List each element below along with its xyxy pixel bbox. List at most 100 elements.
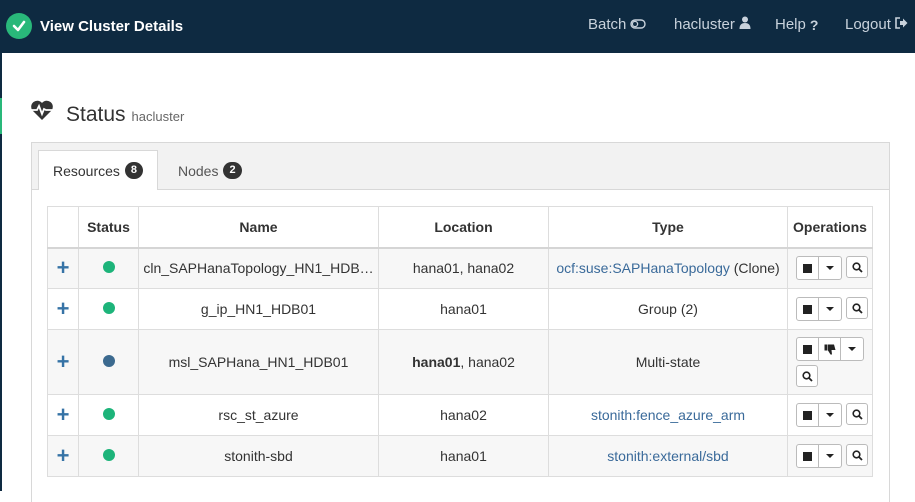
tab-nodes-label: Nodes [178, 162, 219, 179]
location-text: , hana02 [460, 354, 515, 370]
expand-cell: + [47, 394, 79, 436]
type-link[interactable]: stonith:external/sbd [607, 448, 728, 464]
location-cell: hana01, hana02 [378, 329, 549, 395]
page-title: Status [66, 103, 126, 126]
table-row: + rsc_st_azure hana02 stonith:fence_azur… [47, 394, 873, 436]
brand[interactable]: View Cluster Details [6, 13, 183, 39]
location-text: hana02 [440, 407, 487, 423]
details-button[interactable] [846, 403, 868, 425]
tab-resources[interactable]: Resources 8 [38, 150, 159, 191]
status-cell [78, 247, 139, 289]
location-text: hana01 [440, 301, 487, 317]
operations-cell [787, 288, 873, 330]
stop-button-group [796, 256, 842, 281]
caret-down-icon [826, 266, 834, 271]
type-cell: Multi-state [548, 329, 788, 395]
stop-button[interactable] [797, 257, 819, 280]
status-cell [78, 329, 139, 395]
type-text: Group (2) [638, 301, 698, 317]
magnifier-icon [851, 449, 863, 461]
type-cell: stonith:external/sbd [548, 435, 788, 477]
details-button[interactable] [796, 365, 818, 387]
details-button[interactable] [846, 256, 868, 279]
stop-button[interactable] [797, 338, 819, 360]
stop-button-group [796, 297, 842, 321]
caret-down-icon [826, 413, 834, 417]
username-label: hacluster [674, 16, 735, 33]
help-label: Help [775, 16, 806, 33]
location-cell: hana01 [378, 435, 549, 477]
location-cell: hana01 [378, 288, 549, 330]
stop-icon [803, 263, 812, 273]
logout-link[interactable]: Logout [845, 16, 908, 33]
type-link[interactable]: ocf:suse:SAPHanaTopology [556, 260, 730, 276]
status-cell [78, 435, 139, 477]
status-cell [78, 394, 139, 436]
toggle-icon [630, 16, 647, 33]
column-header-operations: Operations [787, 206, 873, 249]
location-text: hana01, hana02 [412, 260, 515, 277]
tab-nodes[interactable]: Nodes 2 [164, 150, 256, 191]
actions-dropdown-button[interactable] [841, 338, 863, 360]
type-cell: Group (2) [548, 288, 788, 330]
user-menu[interactable]: hacluster [674, 16, 751, 33]
stop-icon [803, 304, 812, 314]
count-badge: 8 [124, 162, 144, 179]
stop-icon [803, 410, 812, 420]
details-button[interactable] [846, 297, 868, 319]
thumbs-down-icon [824, 344, 835, 354]
actions-dropdown-button[interactable] [819, 445, 841, 467]
operations-cell [787, 394, 873, 436]
details-button[interactable] [846, 444, 868, 466]
expand-plus-icon[interactable]: + [57, 443, 70, 468]
column-header-location[interactable]: Location [378, 206, 549, 249]
caret-down-icon [848, 347, 856, 351]
magnifier-icon [851, 302, 863, 314]
magnifier-icon [851, 262, 863, 273]
check-circle-icon [6, 13, 32, 39]
magnifier-icon [851, 408, 863, 420]
status-heading: Status hacluster [30, 99, 184, 127]
stop-button-group [796, 403, 842, 427]
location-cell: hana02 [378, 394, 549, 436]
stop-icon [803, 344, 812, 354]
help-link[interactable]: Help ? [775, 16, 818, 33]
column-header-type[interactable]: Type [548, 206, 788, 249]
user-icon [739, 16, 751, 33]
expand-cell: + [47, 288, 79, 330]
type-cell: ocf:suse:SAPHanaTopology (Clone) [548, 247, 788, 289]
stop-button-group [796, 337, 864, 361]
tab-bar: Resources 8 Nodes 2 [32, 143, 889, 191]
table-row: + g_ip_HN1_HDB01 hana01 Group (2) [47, 288, 873, 330]
column-header-status[interactable]: Status [78, 206, 139, 249]
name-cell: stonith-sbd [138, 435, 379, 477]
batch-toggle[interactable]: Batch [588, 16, 647, 33]
actions-dropdown-button[interactable] [819, 298, 841, 320]
app-title: View Cluster Details [40, 17, 184, 35]
status-dot [102, 355, 115, 367]
column-header-name[interactable]: Name [138, 206, 379, 249]
status-dot [102, 408, 115, 420]
expand-plus-icon[interactable]: + [57, 255, 70, 280]
actions-dropdown-button[interactable] [819, 404, 841, 426]
demote-button[interactable] [819, 338, 841, 360]
operations-cell [787, 329, 873, 395]
stop-button[interactable] [797, 404, 819, 426]
name-cell: g_ip_HN1_HDB01 [138, 288, 379, 330]
type-text: Multi-state [635, 354, 701, 370]
magnifier-icon [801, 370, 813, 382]
expand-cell: + [47, 435, 79, 477]
stop-button[interactable] [797, 298, 819, 320]
expand-plus-icon[interactable]: + [57, 402, 70, 427]
actions-dropdown-button[interactable] [819, 257, 841, 279]
logout-icon [895, 16, 908, 33]
top-navbar: View Cluster Details Batch hacluster Hel… [0, 0, 915, 53]
stop-button-group [796, 444, 842, 468]
type-link[interactable]: stonith:fence_azure_arm [591, 407, 745, 423]
resources-table: Status Name Location Type Operations + c… [47, 206, 873, 477]
location-cell: hana01, hana02 [378, 247, 549, 289]
stop-button[interactable] [797, 445, 819, 467]
expand-plus-icon[interactable]: + [57, 349, 70, 374]
status-dot [102, 261, 115, 274]
expand-plus-icon[interactable]: + [57, 296, 70, 321]
